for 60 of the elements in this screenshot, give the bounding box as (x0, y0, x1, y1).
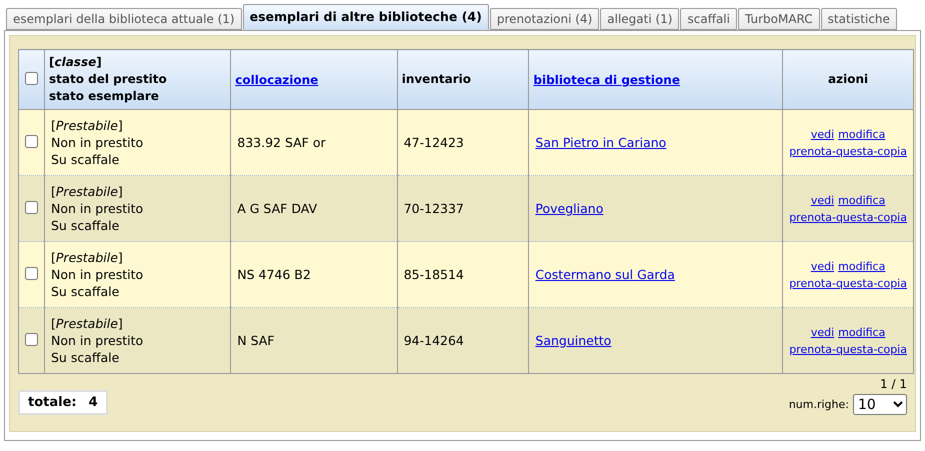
inventory-number: 85-18514 (404, 267, 464, 282)
tab[interactable]: scaffali (680, 8, 737, 30)
column-header: stato esemplare (49, 88, 160, 105)
select-all-checkbox[interactable] (25, 72, 38, 84)
library-link[interactable]: San Pietro in Cariano (535, 135, 666, 150)
tab[interactable]: esemplari della biblioteca attuale (1) (6, 8, 242, 30)
rows-label: num.righe: (788, 398, 849, 411)
column-header: stato del prestito (49, 71, 168, 88)
shelf-mark: 833.92 SAF or (237, 135, 326, 150)
view-link[interactable]: vedi (810, 324, 834, 340)
view-link[interactable]: vedi (810, 258, 834, 274)
edit-link[interactable]: modifica (838, 126, 886, 142)
reserve-link[interactable]: prenota-questa-copia (789, 142, 907, 160)
status-text: Non in prestito (51, 332, 144, 349)
view-link[interactable]: vedi (810, 126, 834, 142)
total-value: 4 (88, 395, 98, 410)
rows-select[interactable]: 10 (853, 394, 907, 415)
library-link[interactable]: Sanguinetto (535, 333, 612, 348)
column-header: [classe] (49, 54, 103, 71)
row-checkbox[interactable] (25, 332, 38, 346)
column-sort-link[interactable]: collocazione (235, 72, 318, 86)
library-link[interactable]: Costermano sul Garda (535, 267, 675, 282)
row-checkbox[interactable] (25, 266, 38, 280)
edit-link[interactable]: modifica (838, 258, 886, 274)
row-checkbox[interactable] (25, 200, 38, 214)
shelf-mark: NS 4746 B2 (237, 267, 311, 282)
column-header: inventario (402, 71, 472, 88)
status-text: Non in prestito (51, 134, 144, 151)
reserve-link[interactable]: prenota-questa-copia (789, 274, 907, 292)
status-text: Su scaffale (51, 151, 120, 168)
page-indicator: 1 / 1 (880, 377, 907, 391)
edit-link[interactable]: modifica (838, 192, 886, 208)
reserve-link[interactable]: prenota-questa-copia (789, 340, 907, 358)
status-text: Su scaffale (51, 283, 120, 300)
tab[interactable]: statistiche (820, 8, 897, 30)
status-text: [Prestabile] (51, 249, 124, 266)
total-label: totale: (28, 395, 77, 410)
shelf-mark: A G SAF DAV (237, 201, 318, 216)
view-link[interactable]: vedi (810, 192, 834, 208)
status-text: [Prestabile] (51, 315, 124, 332)
status-text: [Prestabile] (51, 117, 124, 134)
tab[interactable]: TurboMARC (738, 8, 820, 30)
tab[interactable]: allegati (1) (600, 8, 680, 30)
inventory-number: 47-12423 (404, 135, 464, 150)
status-text: Su scaffale (51, 217, 120, 234)
shelf-mark: N SAF (237, 333, 274, 348)
status-text: [Prestabile] (51, 183, 124, 200)
row-checkbox[interactable] (25, 134, 38, 148)
reserve-link[interactable]: prenota-questa-copia (789, 208, 907, 226)
column-sort-link[interactable]: biblioteca di gestione (533, 72, 680, 86)
tab[interactable]: prenotazioni (4) (490, 8, 600, 30)
inventory-number: 94-14264 (404, 333, 464, 348)
library-link[interactable]: Povegliano (535, 201, 604, 216)
inventory-number: 70-12337 (404, 201, 464, 216)
status-text: Su scaffale (51, 349, 120, 366)
status-text: Non in prestito (51, 266, 144, 283)
edit-link[interactable]: modifica (838, 324, 886, 340)
column-header: azioni (827, 71, 870, 88)
status-text: Non in prestito (51, 200, 144, 217)
tab[interactable]: esemplari di altre biblioteche (4) (242, 4, 489, 30)
